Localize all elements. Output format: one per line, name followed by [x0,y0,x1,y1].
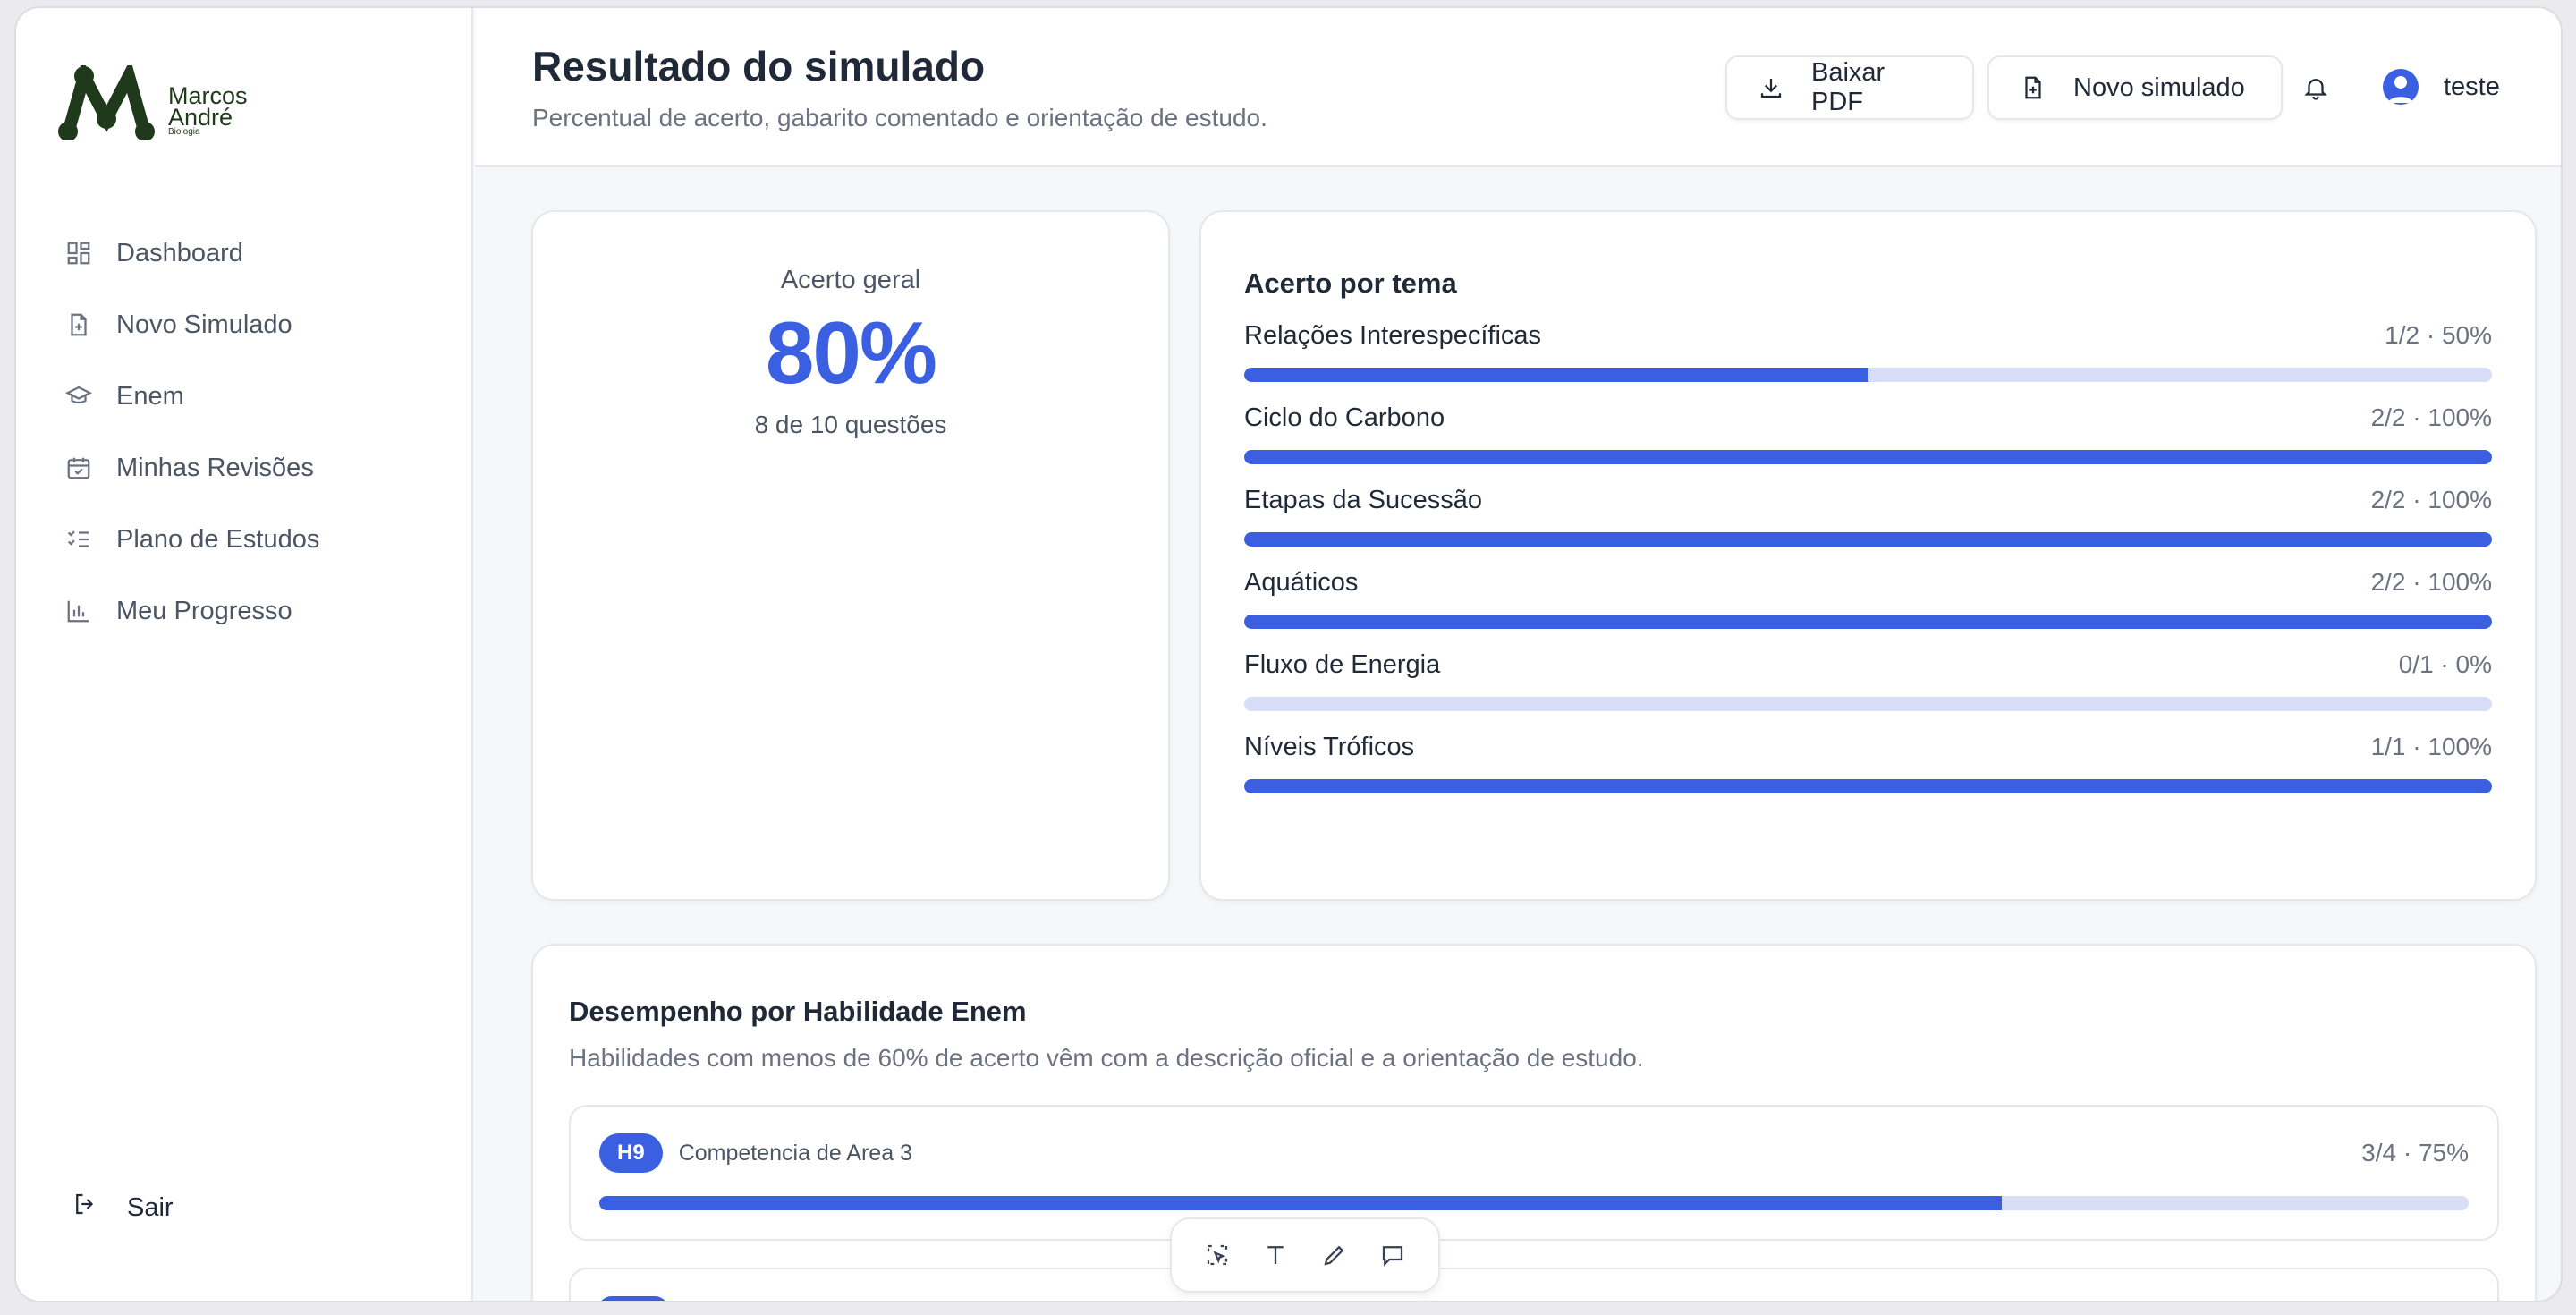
dashboard-icon [64,239,93,267]
progress-fill [599,1196,2002,1210]
bell-icon[interactable] [2302,74,2329,106]
topic-row: Aquáticos 2/2 · 100% [1244,568,2492,629]
sidebar-nav: Dashboard Novo Simulado Enem Minhas Revi… [64,217,440,647]
topic-value: 2/2 · 100% [2370,403,2492,431]
sidebar-item-meu-progresso[interactable]: Meu Progresso [64,575,440,647]
sidebar-item-label: Meu Progresso [116,596,292,625]
progress-fill [1244,615,2492,629]
progress-bar [1244,779,2492,793]
skill-value: 3/4 · 75% [2361,1139,2469,1167]
sidebar-item-enem[interactable]: Enem [64,361,440,432]
download-icon [1758,74,1784,101]
skills-card: Desempenho por Habilidade Enem Habilidad… [531,944,2537,1301]
sidebar-item-label: Plano de Estudos [116,524,320,554]
progress-fill [1244,368,1868,382]
sidebar-item-novo-simulado[interactable]: Novo Simulado [64,289,440,361]
score-detail: 8 de 10 questões [754,411,947,438]
progress-fill [1244,532,2492,547]
download-pdf-label: Baixar PDF [1811,58,1885,116]
topic-name: Ciclo do Carbono [1244,403,1445,432]
score-label: Acerto geral [780,266,921,294]
skill-item[interactable]: H9 Competencia de Area 3 3/4 · 75% [569,1105,2499,1241]
comment-icon[interactable] [1375,1237,1411,1273]
skills-subtitle: Habilidades com menos de 60% de acerto v… [569,1044,1644,1072]
progress-fill [1244,779,2492,793]
skill-code-badge: H9 [599,1133,663,1173]
page-header: Resultado do simulado Percentual de acer… [475,8,2561,167]
topics-card: Acerto por tema Relações Interespecífica… [1199,210,2537,901]
topic-name: Relações Interespecíficas [1244,321,1542,350]
file-plus-icon [2020,74,2046,101]
floating-toolbar [1170,1217,1440,1293]
topic-name: Etapas da Sucessão [1244,486,1483,514]
topic-value: 1/1 · 100% [2370,733,2492,760]
sidebar-item-label: Minhas Revisões [116,453,314,482]
progress-bar [1244,368,2492,382]
topic-value: 1/2 · 50% [2385,321,2492,349]
topic-row: Fluxo de Energia 0/1 · 0% [1244,650,2492,711]
user-name: teste [2444,72,2500,101]
pencil-icon[interactable] [1317,1237,1352,1273]
topic-row: Níveis Tróficos 1/1 · 100% [1244,733,2492,793]
overall-score-card: Acerto geral 80% 8 de 10 questões [531,210,1170,901]
progress-bar [1244,450,2492,464]
logout-icon [72,1191,98,1225]
logo-mark-icon [58,65,155,140]
logout-label: Sair [127,1192,174,1222]
topic-name: Aquáticos [1244,568,1359,597]
topic-value: 2/2 · 100% [2370,568,2492,596]
calendar-check-icon [64,454,93,482]
logout-button[interactable]: Sair [72,1191,174,1225]
topics-title: Acerto por tema [1244,267,1457,299]
page-subtitle: Percentual de acerto, gabarito comentado… [532,104,1267,132]
text-tool-icon[interactable] [1258,1237,1293,1273]
skills-title: Desempenho por Habilidade Enem [569,996,1027,1027]
brand-logo[interactable]: Marcos André Biologia [57,65,248,140]
bar-chart-icon [64,597,93,625]
topic-row: Ciclo do Carbono 2/2 · 100% [1244,403,2492,464]
sidebar-item-label: Enem [116,381,184,411]
progress-bar [1244,615,2492,629]
page-title: Resultado do simulado [532,43,986,89]
sidebar: Marcos André Biologia Dashboard Novo Sim… [16,8,473,1301]
avatar [2383,69,2419,105]
progress-fill [1244,450,2492,464]
app-window: Marcos André Biologia Dashboard Novo Sim… [16,8,2561,1301]
skill-code-badge [597,1296,669,1301]
topic-value: 2/2 · 100% [2370,486,2492,513]
brand-line2: André [168,104,233,131]
progress-bar [1244,697,2492,711]
skill-item[interactable] [569,1268,2499,1301]
sidebar-item-plano-de-estudos[interactable]: Plano de Estudos [64,504,440,575]
list-checks-icon [64,525,93,554]
user-menu[interactable]: teste [2383,69,2500,105]
topic-value: 0/1 · 0% [2398,650,2492,678]
file-plus-icon [64,310,93,339]
sidebar-item-label: Dashboard [116,238,243,267]
brand-name: Marcos André Biologia [168,84,248,137]
progress-bar [599,1196,2469,1210]
select-element-icon[interactable] [1199,1237,1235,1273]
score-value: 80% [765,303,937,402]
topic-name: Fluxo de Energia [1244,650,1441,679]
topic-row: Relações Interespecíficas 1/2 · 50% [1244,321,2492,382]
new-simulation-label: Novo simulado [2073,72,2245,102]
sidebar-item-minhas-revisoes[interactable]: Minhas Revisões [64,432,440,504]
graduation-cap-icon [64,382,93,411]
progress-bar [1244,532,2492,547]
new-simulation-button[interactable]: Novo simulado [1987,55,2283,120]
skill-name: Competencia de Area 3 [678,1140,912,1166]
download-pdf-button[interactable]: Baixar PDF [1725,55,1974,120]
topic-row: Etapas da Sucessão 2/2 · 100% [1244,486,2492,547]
sidebar-item-label: Novo Simulado [116,310,292,339]
sidebar-item-dashboard[interactable]: Dashboard [64,217,440,289]
topic-name: Níveis Tróficos [1244,733,1415,761]
